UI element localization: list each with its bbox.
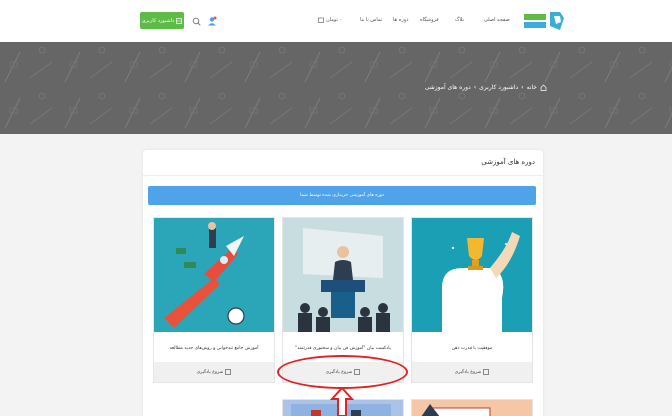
course-image — [283, 218, 403, 332]
nav-home[interactable]: صفحه اصلی — [484, 17, 510, 23]
course-illustration — [412, 218, 532, 332]
search-button[interactable] — [190, 15, 202, 27]
dashboard-icon — [176, 17, 183, 24]
course-image — [154, 218, 274, 332]
breadcrumb-dashboard[interactable]: داشبورد کاربری — [479, 84, 518, 91]
nav-contact[interactable]: تماس با ما — [360, 17, 382, 23]
edit-icon — [225, 369, 232, 375]
course-card[interactable]: آموزش جامع تندخوانی و روش‌های جدید مطالع… — [153, 217, 275, 383]
breadcrumb: خانه › داشبورد کاربری › دوره های آموزشی — [425, 84, 547, 91]
divider — [143, 175, 543, 176]
highlight-ellipse — [277, 355, 408, 389]
start-learning-button[interactable]: شروع یادگیری — [154, 362, 274, 382]
breadcrumb-separator: › — [473, 84, 477, 91]
nav-cart[interactable]: ۰ تومان — [318, 17, 342, 23]
nav-blog[interactable]: بلاگ — [455, 17, 464, 23]
course-illustration — [154, 218, 274, 332]
course-card[interactable]: موفقیت با قدرت ذهن شروع یادگیری — [411, 217, 533, 383]
banner-pattern — [0, 42, 672, 134]
course-illustration — [412, 400, 532, 416]
user-account-button[interactable] — [206, 15, 218, 27]
course-image — [412, 218, 532, 332]
course-title[interactable]: موفقیت با قدرت ذهن — [416, 336, 528, 360]
search-icon — [192, 17, 201, 26]
nav-shop[interactable]: فروشگاه — [420, 17, 439, 23]
dashboard-button[interactable]: داشبورد کاربری — [140, 12, 184, 29]
edit-icon — [483, 369, 490, 375]
start-learning-button[interactable]: شروع یادگیری — [412, 362, 532, 382]
cart-icon — [318, 17, 324, 23]
home-icon — [540, 84, 547, 91]
breadcrumb-separator: › — [521, 84, 524, 91]
course-card[interactable] — [411, 399, 533, 416]
nav-courses[interactable]: دوره ها — [393, 17, 408, 23]
user-icon — [208, 16, 217, 26]
site-header: صفحه اصلی بلاگ فروشگاه دوره ها تماس با م… — [0, 0, 672, 42]
arrow-up-icon — [330, 387, 354, 416]
page-banner: خانه › داشبورد کاربری › دوره های آموزشی — [0, 42, 672, 134]
breadcrumb-current: دوره های آموزشی — [424, 84, 471, 91]
panel-title: دوره های آموزشی — [481, 158, 535, 166]
site-logo[interactable] — [520, 8, 568, 34]
course-title[interactable]: آموزش جامع تندخوانی و روش‌های جدید مطالع… — [158, 336, 270, 360]
course-illustration — [283, 218, 403, 332]
info-alert: دوره های آموزشی خریداری شده توسط شما — [148, 186, 536, 205]
breadcrumb-home[interactable]: خانه — [527, 84, 537, 91]
